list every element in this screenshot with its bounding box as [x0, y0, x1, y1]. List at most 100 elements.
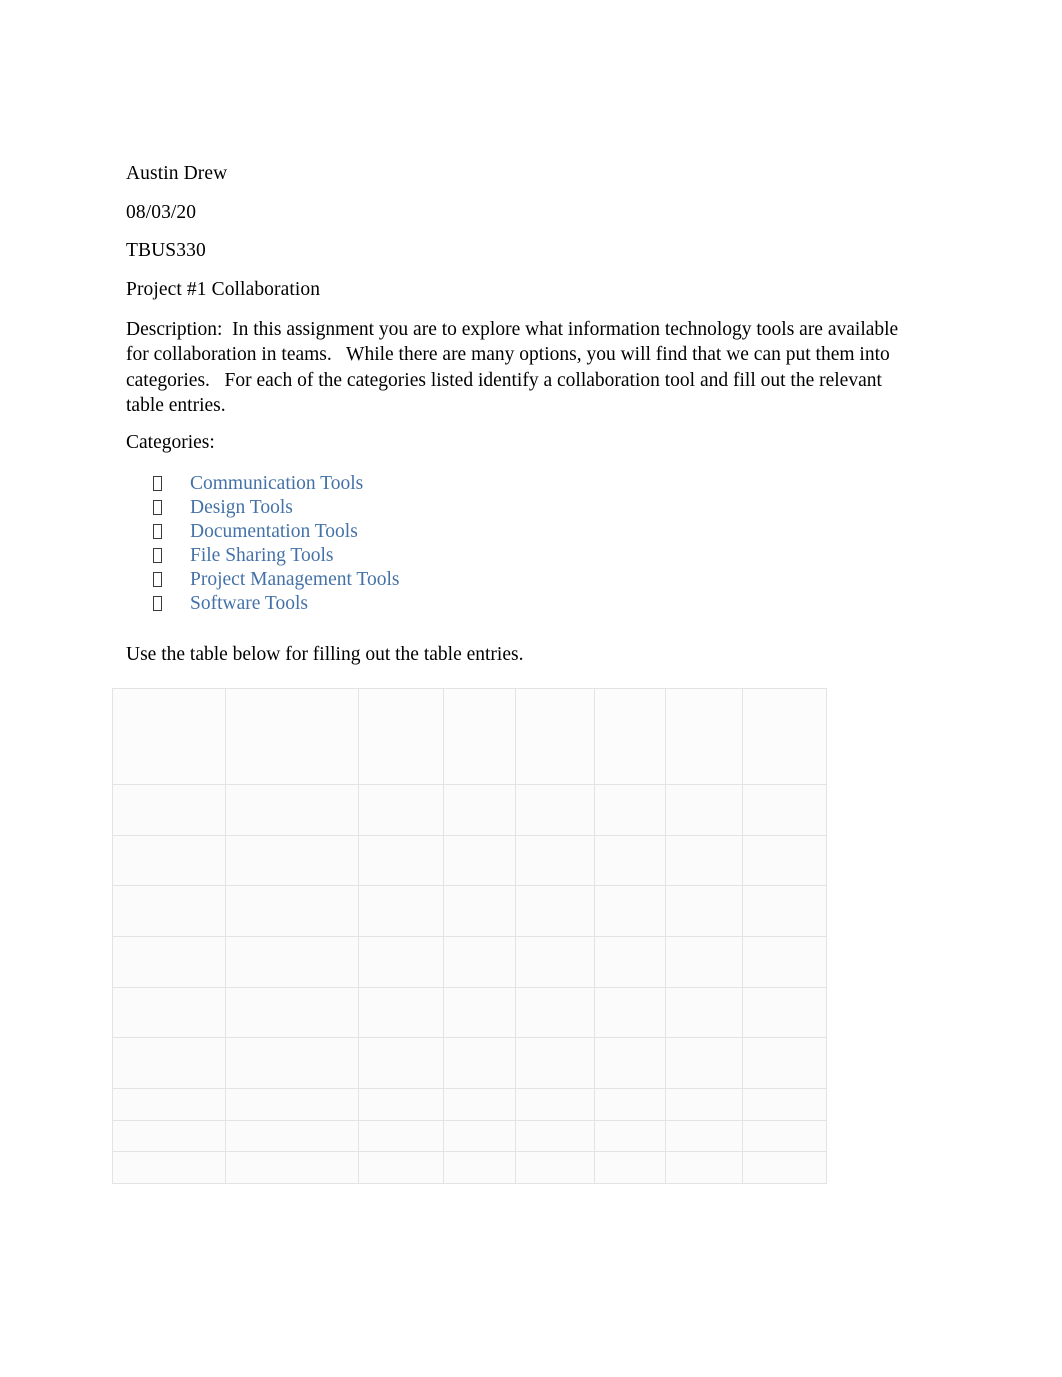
- table-header-row: [112, 688, 827, 785]
- table-cell: [112, 885, 226, 937]
- table-cell: [742, 834, 827, 887]
- table-cell: [742, 885, 827, 937]
- table-cell: [225, 935, 359, 988]
- table-cell: [358, 885, 444, 937]
- table-cell: [443, 1151, 516, 1184]
- table-header-cell: [742, 688, 827, 785]
- table-cell: [742, 1037, 827, 1089]
- table-cell: [515, 784, 595, 836]
- table-cell: [665, 1119, 743, 1153]
- table-cell: [443, 1119, 516, 1153]
- table-cell: [594, 834, 666, 887]
- table-row-empty: [112, 1119, 827, 1153]
- table-body: [112, 784, 827, 1184]
- table-cell: [594, 986, 666, 1039]
- table-cell: [112, 1037, 226, 1089]
- table-cell: [112, 986, 226, 1039]
- table-cell: [225, 784, 359, 836]
- list-item: Project Management Tools: [126, 568, 916, 592]
- table-instruction: Use the table below for filling out the …: [126, 644, 524, 666]
- table-cell: [358, 1151, 444, 1184]
- category-label: Software Tools: [190, 593, 308, 615]
- table-cell: [665, 834, 743, 887]
- table-cell: [225, 1119, 359, 1153]
- table-cell: [665, 784, 743, 836]
- missing-glyph-box-icon: [153, 572, 162, 588]
- table-cell: [665, 1087, 743, 1121]
- table-cell: [112, 1087, 226, 1121]
- document-body: Austin Drew 08/03/20 TBUS330 Project #1 …: [126, 163, 916, 666]
- table-cell: [515, 986, 595, 1039]
- category-label: File Sharing Tools: [190, 545, 334, 567]
- table-cell: [443, 1037, 516, 1089]
- table-cell: [443, 885, 516, 937]
- date-line: 08/03/20: [126, 201, 197, 223]
- table-cell: [443, 834, 516, 887]
- table-cell: [443, 935, 516, 988]
- table-cell: [358, 1087, 444, 1121]
- table-header-cell: [225, 688, 359, 785]
- list-item: Communication Tools: [126, 472, 916, 496]
- list-item: File Sharing Tools: [126, 544, 916, 568]
- table-cell: [594, 935, 666, 988]
- missing-glyph-box-icon: [153, 500, 162, 516]
- table-cell: [742, 935, 827, 988]
- categories-list: Communication Tools Design Tools Documen…: [126, 472, 916, 616]
- table-row: [112, 834, 827, 887]
- table-cell: [358, 986, 444, 1039]
- table-cell: [358, 1037, 444, 1089]
- missing-glyph-box-icon: [153, 596, 162, 612]
- table-cell: [515, 1037, 595, 1089]
- table-row-empty: [112, 1087, 827, 1121]
- table-cell: [594, 885, 666, 937]
- table-header-cell: [443, 688, 516, 785]
- list-item: Documentation Tools: [126, 520, 916, 544]
- table-header-cell: [358, 688, 444, 785]
- course-code: TBUS330: [126, 240, 206, 261]
- table-cell: [594, 1151, 666, 1184]
- table-row: [112, 885, 827, 937]
- table-cell: [515, 834, 595, 887]
- category-label: Design Tools: [190, 497, 293, 519]
- collaboration-table: [112, 688, 827, 1184]
- table-header-cell: [594, 688, 666, 785]
- table-cell: [443, 986, 516, 1039]
- table-cell: [443, 784, 516, 836]
- missing-glyph-box-icon: [153, 548, 162, 564]
- table-cell: [225, 885, 359, 937]
- table-row-empty: [112, 1151, 827, 1184]
- table-cell: [515, 935, 595, 988]
- collaboration-table-container: [112, 688, 827, 1184]
- table-header-cell: [112, 688, 226, 785]
- table-cell: [112, 784, 226, 836]
- author-name: Austin Drew: [126, 163, 228, 184]
- table-cell: [742, 986, 827, 1039]
- category-label: Project Management Tools: [190, 569, 400, 591]
- table-cell: [112, 834, 226, 887]
- table-cell: [515, 1087, 595, 1121]
- table-cell: [112, 1151, 226, 1184]
- table-cell: [225, 834, 359, 887]
- categories-label: Categories:: [126, 432, 215, 454]
- table-cell: [594, 1037, 666, 1089]
- table-cell: [225, 1087, 359, 1121]
- table-row: [112, 1037, 827, 1089]
- table-cell: [742, 1087, 827, 1121]
- table-cell: [358, 784, 444, 836]
- category-label: Documentation Tools: [190, 521, 358, 543]
- table-cell: [225, 1037, 359, 1089]
- table-row: [112, 986, 827, 1039]
- table-cell: [112, 1119, 226, 1153]
- missing-glyph-box-icon: [153, 524, 162, 540]
- table-row: [112, 935, 827, 988]
- table-cell: [358, 935, 444, 988]
- category-label: Communication Tools: [190, 473, 364, 495]
- table-cell: [742, 784, 827, 836]
- table-cell: [742, 1151, 827, 1184]
- table-cell: [112, 935, 226, 988]
- table-cell: [665, 935, 743, 988]
- table-cell: [665, 885, 743, 937]
- table-cell: [358, 834, 444, 887]
- assignment-title: Project #1 Collaboration: [126, 278, 321, 300]
- list-item: Software Tools: [126, 592, 916, 616]
